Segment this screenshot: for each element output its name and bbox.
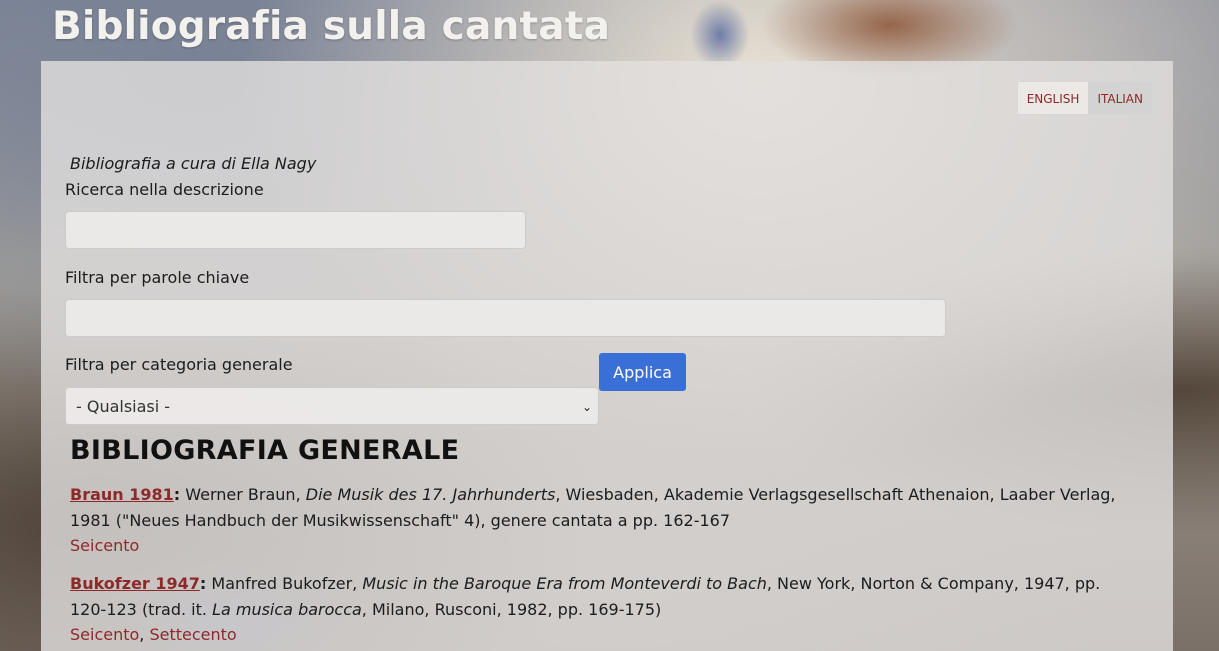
bibliography-entry: Braun 1981: Werner Braun, Die Musik des … — [70, 482, 1130, 558]
bibliography-credit: Bibliografia a cura di Ella Nagy — [70, 154, 317, 173]
entry-author: Manfred Bukofzer, — [206, 574, 363, 593]
language-english-link[interactable]: ENGLISH — [1018, 82, 1089, 114]
tag-separator: , — [139, 625, 150, 644]
apply-button[interactable]: Applica — [599, 353, 686, 391]
section-heading: BIBLIOGRAFIA GENERALE — [70, 435, 460, 466]
content-panel: ENGLISH ITALIAN Bibliografia a cura di E… — [41, 61, 1173, 651]
tag-link[interactable]: Seicento — [70, 625, 139, 644]
entry-citation: Bukofzer 1947: Manfred Bukofzer, Music i… — [70, 571, 1130, 623]
entry-title: Music in the Baroque Era from Monteverdi… — [362, 574, 767, 593]
category-filter-label: Filtra per categoria generale — [65, 355, 293, 374]
entry-translated-title: La musica barocca — [212, 600, 362, 619]
tag-link[interactable]: Seicento — [70, 536, 139, 555]
search-description-label: Ricerca nella descrizione — [65, 180, 264, 199]
entry-citation: Braun 1981: Werner Braun, Die Musik des … — [70, 482, 1130, 534]
category-select-value: - Qualsiasi - — [76, 396, 171, 416]
entry-tags: Seicento, Settecento — [70, 623, 1130, 647]
entry-author: Werner Braun, — [180, 485, 306, 504]
search-description-input[interactable] — [65, 211, 526, 249]
background-painting-figure — [690, 0, 750, 70]
entry-translation-details: , Milano, Rusconi, 1982, pp. 169-175) — [361, 600, 662, 619]
tag-link[interactable]: Settecento — [149, 625, 236, 644]
chevron-down-icon: ⌄ — [581, 400, 592, 414]
entry-tags: Seicento — [70, 534, 1130, 558]
entry-title: Die Musik des 17. Jahrhunderts — [305, 485, 556, 504]
bibliography-entry: Bukofzer 1947: Manfred Bukofzer, Music i… — [70, 571, 1130, 647]
category-select[interactable]: - Qualsiasi - ⌄ — [65, 387, 599, 425]
entry-reference-link[interactable]: Braun 1981 — [70, 485, 174, 504]
language-switch: ENGLISH ITALIAN — [1016, 81, 1153, 115]
page-title: Bibliografia sulla cantata — [52, 4, 611, 49]
keywords-filter-label: Filtra per parole chiave — [65, 268, 250, 287]
keywords-filter-input[interactable] — [65, 299, 946, 337]
language-italian-link[interactable]: ITALIAN — [1088, 82, 1152, 114]
entry-reference-link[interactable]: Bukofzer 1947 — [70, 574, 200, 593]
